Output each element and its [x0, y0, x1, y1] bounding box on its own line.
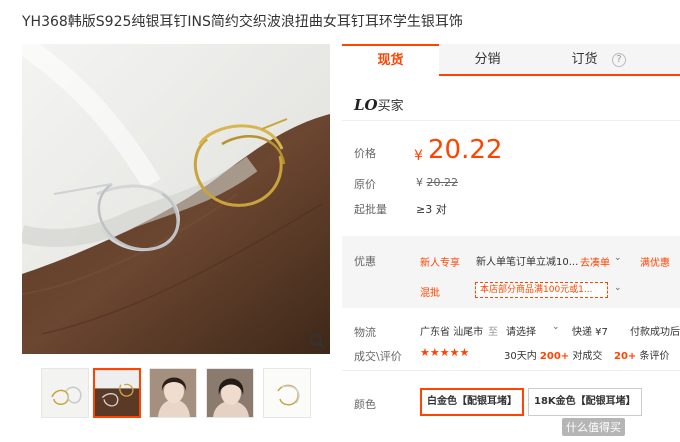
rating-stars: ★★★★★ [420, 346, 470, 359]
tab-distribution[interactable]: 分销 [439, 44, 536, 76]
purchase-mode-tabs: 现货 分销 订货 ? [342, 44, 680, 76]
price-section [342, 120, 680, 224]
new-user-offer: 新人单笔订单立减10... [476, 257, 579, 268]
seller-logo: LO [354, 96, 378, 114]
mixed-batch-coupon[interactable]: 本店部分商品满100元或1... [475, 282, 608, 298]
go-add-link[interactable]: 去凑单 [580, 254, 610, 269]
ship-to-word: 至 [488, 327, 498, 338]
zoom-icon[interactable] [308, 332, 326, 350]
ship-from: 广东省 汕尾市 [420, 327, 484, 338]
color-label: 颜色 [354, 398, 376, 411]
chevron-down-icon[interactable]: ⌄ [614, 283, 622, 293]
help-icon[interactable]: ? [612, 53, 626, 67]
sku-option-18k-gold[interactable]: 18K金色【配银耳堵】 [528, 388, 642, 416]
thumbnail-3[interactable] [149, 368, 197, 418]
price-value: 20.22 [428, 135, 503, 165]
thumbnail-1[interactable] [41, 368, 89, 418]
main-product-image[interactable] [22, 44, 330, 354]
original-price: ¥ 20.22 [416, 176, 458, 189]
moq-label: 起批量 [354, 203, 387, 216]
thumbnail-4[interactable] [206, 368, 254, 418]
thumbnail-5[interactable] [263, 368, 311, 418]
deal-count: 30天内 200+ 对成交 [504, 351, 603, 362]
express-fee: 快递 ¥7 [572, 327, 608, 338]
seller-label: 买家 [377, 99, 404, 114]
mixed-batch-tag: 混批 [420, 288, 440, 299]
logistics-label: 物流 [354, 326, 376, 339]
thumbnail-2[interactable] [93, 368, 141, 418]
watermark-badge: 什么值得买 [562, 418, 625, 436]
product-title: YH368韩版S925纯银耳钉INS简约交织波浪扭曲女耳钉耳环学生银耳饰 [22, 14, 463, 30]
earring-photo [22, 44, 330, 354]
seller-name[interactable]: LO买家 [354, 95, 404, 114]
full-discount-link[interactable]: 满优惠 [640, 254, 670, 269]
price-currency: ¥ [414, 148, 423, 164]
original-price-label: 原价 [354, 178, 376, 191]
promo-label: 优惠 [354, 255, 376, 268]
destination-select[interactable]: 请选择 [506, 323, 536, 338]
sku-option-platinum[interactable]: 白金色【配银耳堵】 [420, 388, 524, 416]
chevron-down-icon[interactable]: ⌄ [614, 253, 622, 263]
payment-note: 付款成功后 [630, 327, 680, 338]
tab-spot-stock[interactable]: 现货 [342, 44, 439, 76]
review-count[interactable]: 20+ 条评价 [614, 347, 669, 362]
moq-value: ≥3 对 [416, 203, 447, 216]
new-user-tag: 新人专享 [420, 258, 460, 269]
deal-label: 成交\评价 [354, 350, 402, 363]
chevron-down-icon[interactable]: ⌄ [552, 322, 560, 332]
price-label: 价格 [354, 147, 376, 160]
